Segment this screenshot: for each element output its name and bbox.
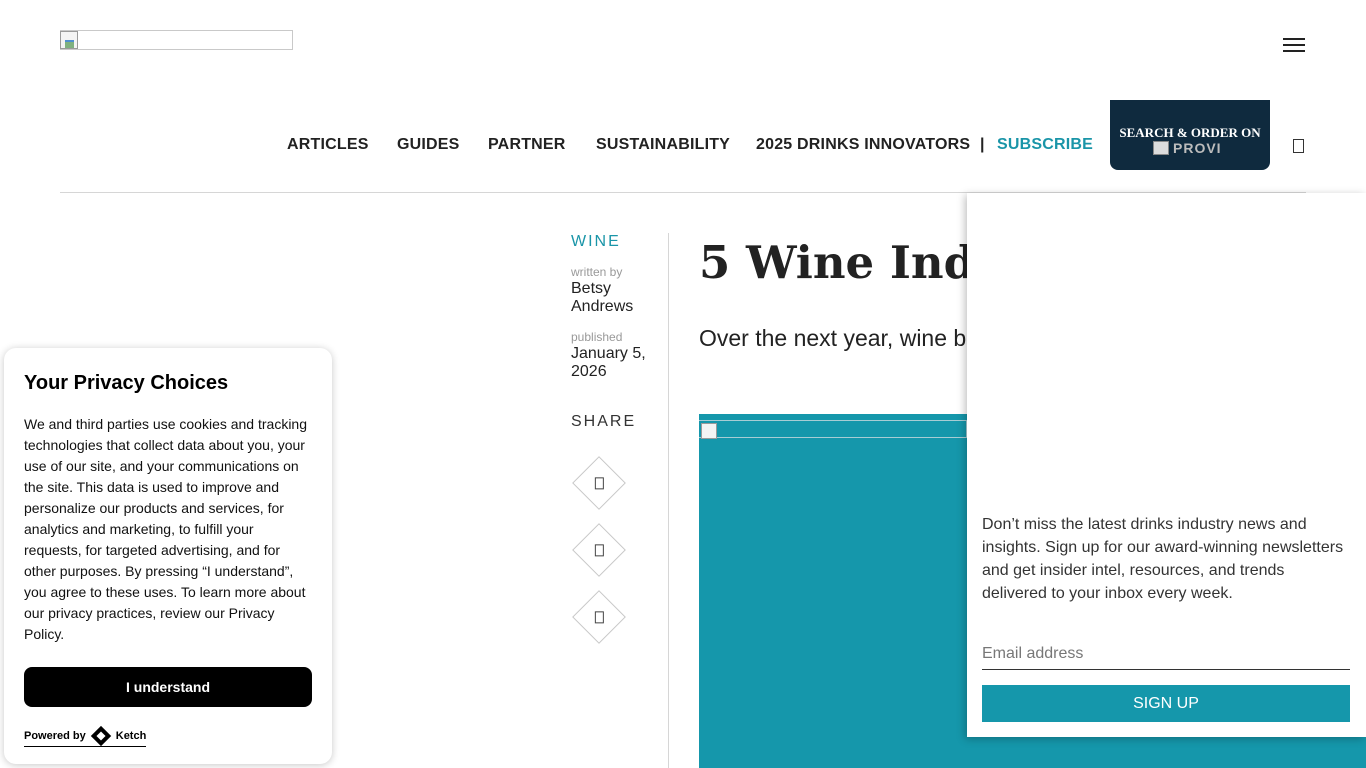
nav-guides[interactable]: GUIDES — [397, 136, 460, 154]
publish-date: January 5, 2026 — [571, 345, 646, 380]
site-logo[interactable] — [60, 30, 293, 50]
search-icon[interactable] — [1293, 139, 1304, 153]
sign-up-button[interactable]: SIGN UP — [982, 685, 1350, 722]
ketch-logo-icon — [90, 725, 111, 747]
author-name[interactable]: Betsy Andrews — [571, 280, 651, 316]
newsletter-popup: Don’t miss the latest drinks industry ne… — [967, 193, 1366, 737]
email-input[interactable] — [982, 639, 1350, 670]
nav-subscribe[interactable]: SUBSCRIBE — [997, 136, 1093, 154]
provi-logo: PROVI — [1153, 140, 1243, 158]
share-icon — [594, 544, 604, 557]
share-label: SHARE — [571, 413, 637, 430]
nav-sustainability[interactable]: SUSTAINABILITY — [596, 136, 730, 154]
published-label: published — [571, 330, 623, 344]
provi-order-button[interactable]: SEARCH & ORDER ON PROVI — [1110, 100, 1270, 170]
ketch-brand: Ketch — [115, 730, 147, 742]
written-by-label: written by — [571, 265, 623, 279]
powered-by-label: Powered by — [24, 730, 86, 742]
broken-image-icon — [1153, 141, 1169, 155]
nav-articles[interactable]: ARTICLES — [287, 136, 369, 154]
privacy-dialog: Your Privacy Choices We and third partie… — [4, 348, 332, 764]
share-facebook-button[interactable] — [572, 456, 626, 510]
broken-image-icon — [60, 31, 78, 49]
article-category[interactable]: WINE — [571, 233, 621, 251]
menu-icon[interactable] — [1283, 37, 1305, 53]
share-email-button[interactable] — [572, 590, 626, 644]
nav-drinks-innovators[interactable]: 2025 DRINKS INNOVATORS — [756, 136, 970, 154]
newsletter-copy: Don’t miss the latest drinks industry ne… — [982, 516, 1344, 602]
article-headline: 5 Wine Ind — [699, 236, 976, 289]
powered-by-ketch-link[interactable]: Powered by Ketch — [24, 725, 147, 747]
meta-divider — [668, 233, 669, 768]
share-icon — [594, 477, 604, 490]
provi-label: SEARCH & ORDER ON — [1119, 125, 1261, 140]
share-twitter-button[interactable] — [572, 523, 626, 577]
nav-partner[interactable]: PARTNER — [488, 136, 566, 154]
privacy-body: We and third parties use cookies and tra… — [24, 416, 308, 642]
nav-separator: | — [980, 136, 985, 153]
article-dek: Over the next year, wine b — [699, 325, 967, 351]
i-understand-button[interactable]: I understand — [24, 667, 312, 707]
share-icon — [594, 611, 604, 624]
broken-image-icon — [699, 420, 967, 439]
privacy-title: Your Privacy Choices — [24, 372, 229, 394]
